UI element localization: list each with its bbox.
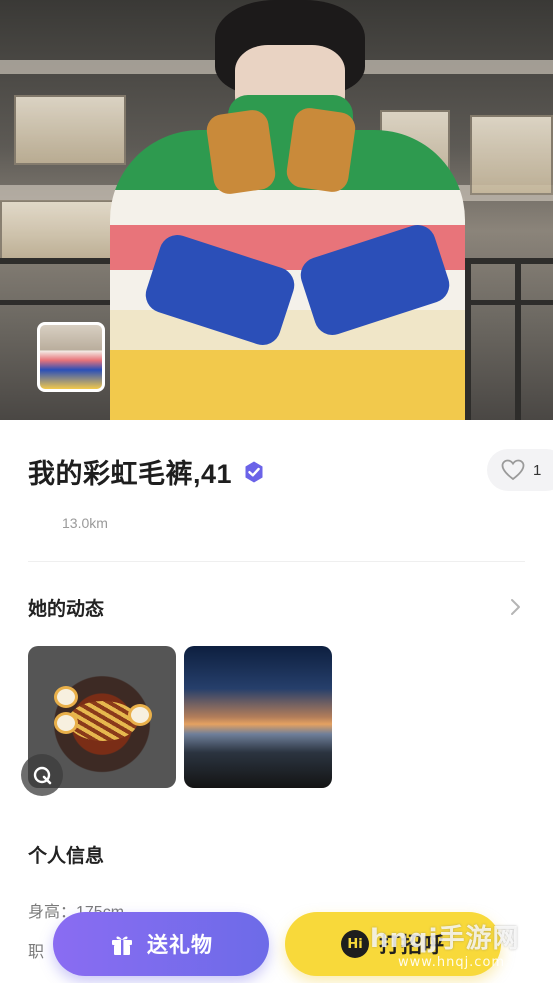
like-count: 1 (533, 461, 542, 479)
profile-photo[interactable] (0, 0, 553, 420)
photo-thumbnail[interactable] (37, 322, 105, 392)
greet-button[interactable]: Hi 打招呼 (285, 912, 501, 976)
send-gift-label: 送礼物 (147, 934, 213, 957)
chevron-right-icon[interactable] (509, 598, 523, 616)
like-button[interactable]: 1 (487, 449, 553, 491)
personal-info-title: 个人信息 (28, 846, 105, 867)
refresh-icon[interactable] (21, 754, 63, 796)
profile-name: 我的彩虹毛裤,41 (28, 459, 233, 489)
profile-header: 我的彩虹毛裤,41 (28, 452, 266, 491)
distance-text: 13.0km (62, 515, 108, 531)
verified-badge-icon (245, 461, 263, 482)
photo-subject (110, 0, 465, 420)
divider (28, 561, 525, 562)
heart-icon (501, 459, 525, 481)
photo-background (470, 115, 553, 195)
hi-icon: Hi (341, 930, 369, 958)
send-gift-button[interactable]: 送礼物 (53, 912, 269, 976)
gift-icon (112, 936, 132, 955)
photo-background (465, 258, 471, 420)
occupation-info: 职 (28, 944, 45, 961)
moment-photo-sunset[interactable] (184, 646, 332, 788)
photo-background (515, 258, 521, 420)
greet-label: 打招呼 (379, 934, 445, 957)
moments-title: 她的动态 (28, 599, 105, 620)
